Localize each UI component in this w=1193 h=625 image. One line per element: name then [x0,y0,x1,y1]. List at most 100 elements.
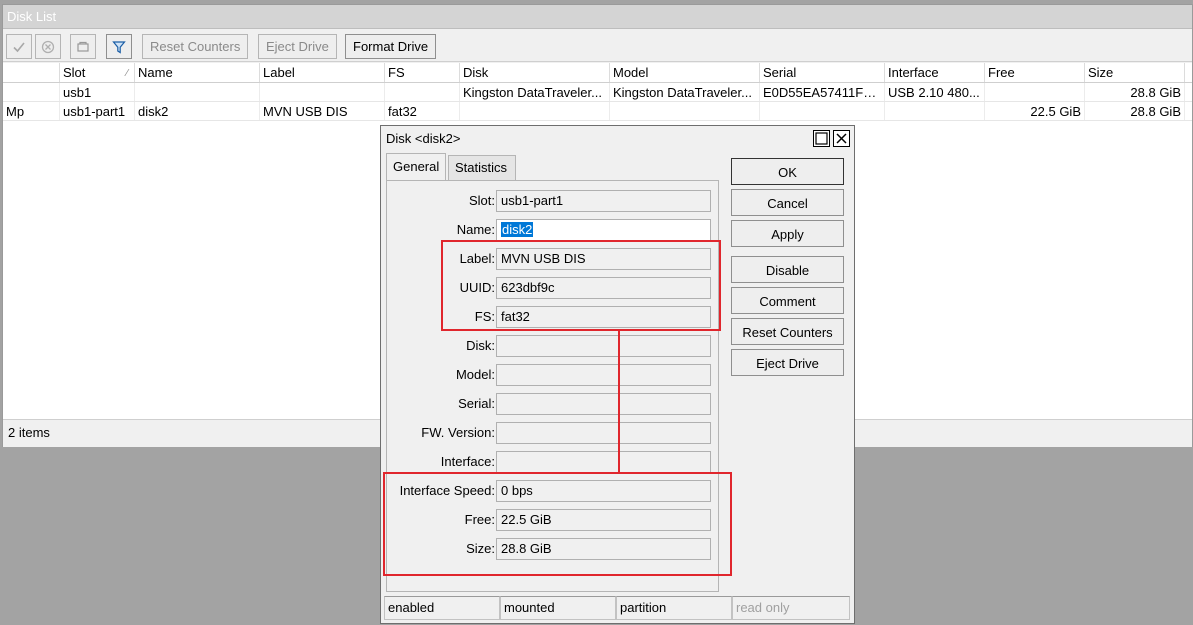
cell-model: Kingston DataTraveler... [610,83,760,101]
name-input-text: disk2 [501,222,534,237]
cell-label: MVN USB DIS [260,102,385,120]
tab-statistics[interactable]: Statistics [448,155,516,181]
column-header-serial[interactable]: Serial [760,63,885,82]
disk-dialog: Disk <disk2> General Statistics Slot: us… [380,125,855,624]
label-row: Label: MVN USB DIS [387,248,717,270]
model-label: Model: [455,367,495,382]
toolbar: Reset Counters Eject Drive Format Drive [3,30,1192,62]
free-field: 22.5 GiB [496,509,711,531]
disk-label: Disk: [466,338,495,353]
column-header-name[interactable]: Name [135,63,260,82]
table-header: Slot ⁄ Name Label FS Disk Model Serial I… [3,63,1192,83]
column-header-slot-label: Slot [63,65,86,80]
sort-indicator-icon: ⁄ [126,68,128,79]
model-row: Model: [387,364,717,386]
eject-drive-button[interactable]: Eject Drive [258,34,337,59]
fw-version-field [496,422,711,444]
note-icon [77,41,89,52]
status-enabled: enabled [384,596,500,620]
uuid-row: UUID: 623dbf9c [387,277,717,299]
status-mounted: mounted [500,596,616,620]
disable-button[interactable]: Disable [731,256,844,283]
column-header-disk[interactable]: Disk [460,63,610,82]
label-label: Label: [459,251,495,266]
disable-button[interactable] [35,34,61,59]
ok-button[interactable]: OK [731,158,844,185]
column-header-size[interactable]: Size [1085,63,1185,82]
maximize-button[interactable] [813,130,830,147]
status-read-only: read only [732,596,850,620]
free-row: Free: 22.5 GiB [387,509,717,531]
apply-button[interactable]: Apply [731,220,844,247]
name-row: Name: disk2 [387,219,717,241]
fs-row: FS: fat32 [387,306,717,328]
cell-name: disk2 [135,102,260,120]
column-header-model[interactable]: Model [610,63,760,82]
interface-speed-label: Interface Speed: [399,483,495,498]
size-label: Size: [466,541,495,556]
column-header-interface[interactable]: Interface [885,63,985,82]
interface-label: Interface: [440,454,495,469]
cancel-button[interactable]: Cancel [731,189,844,216]
interface-speed-field: 0 bps [496,480,711,502]
interface-field [496,451,711,473]
fs-label: FS: [474,309,495,324]
enable-button[interactable] [6,34,32,59]
name-label: Name: [456,222,495,237]
general-panel: Slot: usb1-part1 Name: disk2 Label: MVN … [386,180,719,592]
cell-serial: E0D55EA57411F4... [760,83,885,101]
cross-icon [41,40,55,54]
column-header-slot[interactable]: Slot ⁄ [60,63,135,82]
cell-disk: Kingston DataTraveler... [460,83,610,101]
format-drive-button[interactable]: Format Drive [345,34,437,59]
column-header-fs[interactable]: FS [385,63,460,82]
cell-free: 22.5 GiB [985,102,1085,120]
slot-field: usb1-part1 [496,190,711,212]
serial-field [496,393,711,415]
filter-icon [112,41,126,54]
cell-flag: Mp [3,102,60,120]
uuid-field: 623dbf9c [496,277,711,299]
cell-size: 28.8 GiB [1085,83,1185,101]
comment-button[interactable] [70,34,96,59]
size-row: Size: 28.8 GiB [387,538,717,560]
table-row[interactable]: Mp usb1-part1 disk2 MVN USB DIS fat32 22… [3,102,1192,121]
table-row[interactable]: usb1 Kingston DataTraveler... Kingston D… [3,83,1192,102]
interface-speed-row: Interface Speed: 0 bps [387,480,717,502]
serial-label: Serial: [458,396,495,411]
close-button[interactable] [833,130,850,147]
cell-interface: USB 2.10 480... [885,83,985,101]
reset-counters-button[interactable]: Reset Counters [142,34,249,59]
fw-version-row: FW. Version: [387,422,717,444]
interface-row: Interface: [387,451,717,473]
column-header-free[interactable]: Free [985,63,1085,82]
cell-slot: usb1 [60,83,135,101]
cell-serial [760,102,885,120]
free-label: Free: [464,512,495,527]
check-icon [13,42,25,53]
column-header-flag[interactable] [3,63,60,82]
cell-disk [460,102,610,120]
comment-button[interactable]: Comment [731,287,844,314]
fs-field: fat32 [496,306,711,328]
cell-model [610,102,760,120]
name-input[interactable]: disk2 [496,219,711,241]
dialog-status-bar: enabled mounted partition read only [384,596,851,620]
slot-label: Slot: [468,193,495,208]
eject-drive-button[interactable]: Eject Drive [731,349,844,376]
model-field [496,364,711,386]
cell-fs: fat32 [385,102,460,120]
cell-name [135,83,260,101]
slot-row: Slot: usb1-part1 [387,190,717,212]
label-field: MVN USB DIS [496,248,711,270]
maximize-icon [815,132,828,145]
filter-button[interactable] [106,34,132,59]
reset-counters-button[interactable]: Reset Counters [731,318,844,345]
uuid-label: UUID: [459,280,495,295]
cell-flag [3,83,60,101]
tab-general[interactable]: General [386,153,446,180]
cell-label [260,83,385,101]
fw-version-label: FW. Version: [421,425,495,440]
column-header-label[interactable]: Label [260,63,385,82]
cell-fs [385,83,460,101]
